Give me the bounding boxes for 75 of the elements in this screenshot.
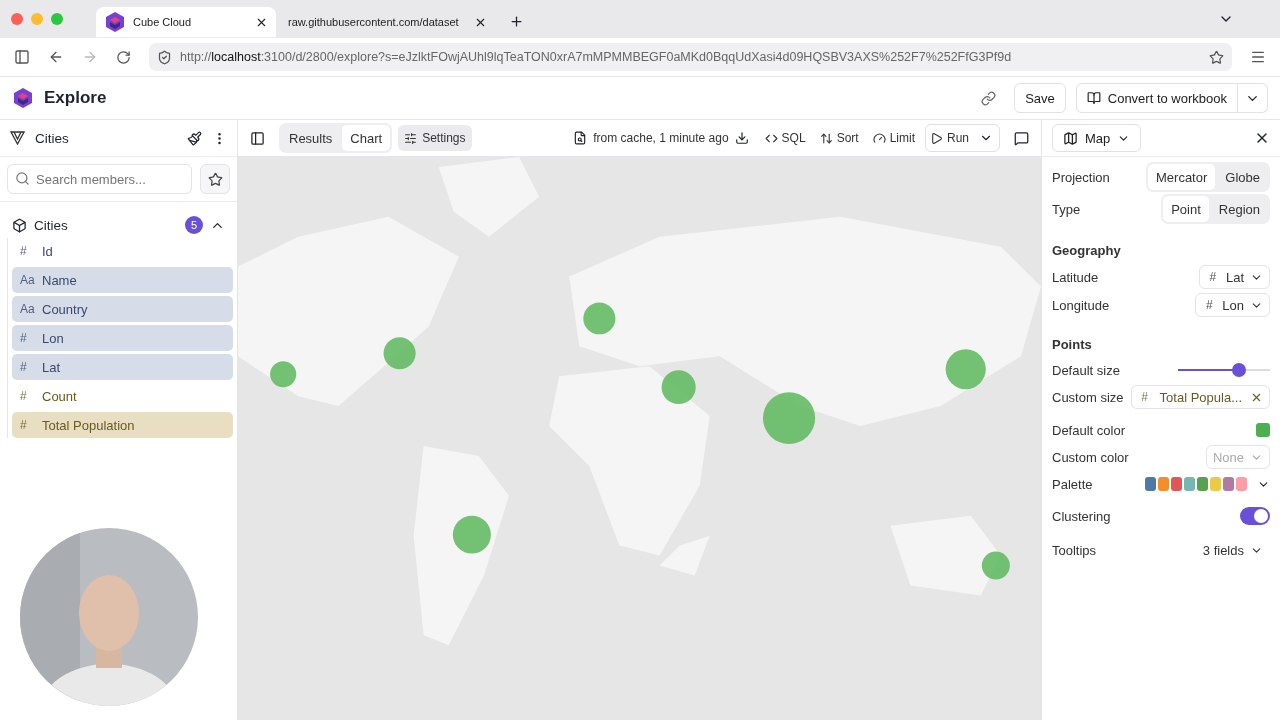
search-field[interactable]: Search members... (7, 164, 192, 194)
slider-thumb[interactable] (1231, 363, 1246, 377)
count-badge: 5 (185, 216, 203, 234)
logo-icon (12, 87, 34, 109)
select-field[interactable]: # Lat (1198, 265, 1270, 289)
new-tab-icon[interactable] (509, 13, 524, 29)
setting-label: Clustering (1052, 508, 1111, 524)
sidebar-icon[interactable] (14, 49, 30, 65)
sort-button[interactable]: Sort (815, 125, 863, 151)
star-icon (207, 171, 223, 187)
notebook-icon (1086, 91, 1101, 105)
segment-option[interactable]: Point (1163, 196, 1209, 222)
member-item[interactable]: # Total Population (12, 412, 233, 438)
browser-tab[interactable]: Cube Cloud (96, 7, 276, 37)
segment-option[interactable]: Region (1210, 196, 1268, 222)
member-item[interactable]: # Lon (12, 325, 233, 351)
segment-option[interactable]: Mercator (1148, 164, 1216, 190)
browser-tab[interactable]: raw.githubusercontent.com/dataset (280, 7, 495, 37)
favorites-button[interactable] (200, 164, 230, 194)
page-title: Explore (44, 88, 108, 108)
setting-label: Type (1052, 201, 1081, 217)
brush-icon[interactable] (187, 130, 202, 146)
member-item[interactable]: # Lat (12, 354, 233, 380)
view-tab[interactable]: Chart (342, 125, 391, 151)
setting-label: Palette (1052, 476, 1093, 492)
color-swatch[interactable] (1256, 423, 1270, 437)
section-heading: Geography (1052, 242, 1121, 258)
convert-button[interactable]: Convert to workbook (1075, 83, 1238, 113)
member-item[interactable]: # Id (12, 238, 233, 264)
cube-title: Cities (35, 130, 70, 146)
select-field[interactable]: 3 fields (1195, 538, 1270, 562)
field-chip[interactable]: # Total Popula... (1130, 385, 1270, 409)
setting-label: Default size (1052, 362, 1120, 378)
setting-label: Projection (1052, 169, 1110, 185)
sidebar-icon[interactable] (250, 130, 265, 146)
chart-type-select[interactable]: Map (1052, 124, 1142, 152)
shield-icon (157, 49, 172, 65)
setting-label: Custom color (1052, 449, 1129, 465)
file-search-icon (573, 131, 588, 145)
cube-icon (12, 217, 27, 233)
address-bar[interactable]: http://localhost:3100/d/2800/explore?s=eJzlktFOwjAUhl9lqTeaTON0xrA7mMPMMBEGF0aMKd0BqqUdXasi4d09HQSBV3AXS%252F7%252FfG3Pf9d (149, 43, 1232, 71)
search-icon (15, 171, 30, 186)
gauge-icon (872, 131, 886, 145)
setting-label: Tooltips (1052, 542, 1097, 558)
bookmark-icon[interactable] (1209, 49, 1224, 65)
setting-label: Custom size (1052, 389, 1124, 405)
sort-icon (819, 131, 833, 145)
section-heading: Points (1052, 336, 1092, 352)
menu-icon[interactable] (1250, 49, 1266, 65)
comment-icon[interactable] (1014, 130, 1029, 146)
download-icon[interactable] (734, 131, 749, 145)
logo-icon (104, 11, 126, 33)
cache-status: from cache, 1 minute ago (593, 131, 729, 145)
settings-icon (404, 131, 418, 145)
link-icon[interactable] (981, 90, 997, 106)
setting-label: Latitude (1052, 269, 1099, 285)
group-title[interactable]: Cities (34, 217, 178, 233)
setting-label: Default color (1052, 422, 1125, 438)
save-button[interactable]: Save (1014, 83, 1066, 113)
toggle-switch[interactable] (1240, 507, 1270, 525)
member-item[interactable]: Aa Name (12, 267, 233, 293)
segment-option[interactable]: Globe (1217, 164, 1268, 190)
view-tab[interactable]: Results (281, 125, 341, 151)
back-icon[interactable] (48, 49, 64, 65)
reload-icon[interactable] (116, 49, 131, 65)
member-item[interactable]: # Count (12, 383, 233, 409)
setting-label: Longitude (1052, 297, 1110, 313)
member-item[interactable]: Aa Country (12, 296, 233, 322)
settings-button[interactable]: Settings (398, 125, 472, 151)
map-icon (1063, 130, 1078, 146)
sql-button[interactable]: SQL (760, 125, 810, 151)
cube-logo-icon (10, 131, 25, 145)
play-icon (930, 131, 943, 145)
select-field[interactable]: # Lon (1195, 293, 1270, 317)
limit-button[interactable]: Limit (868, 125, 919, 151)
